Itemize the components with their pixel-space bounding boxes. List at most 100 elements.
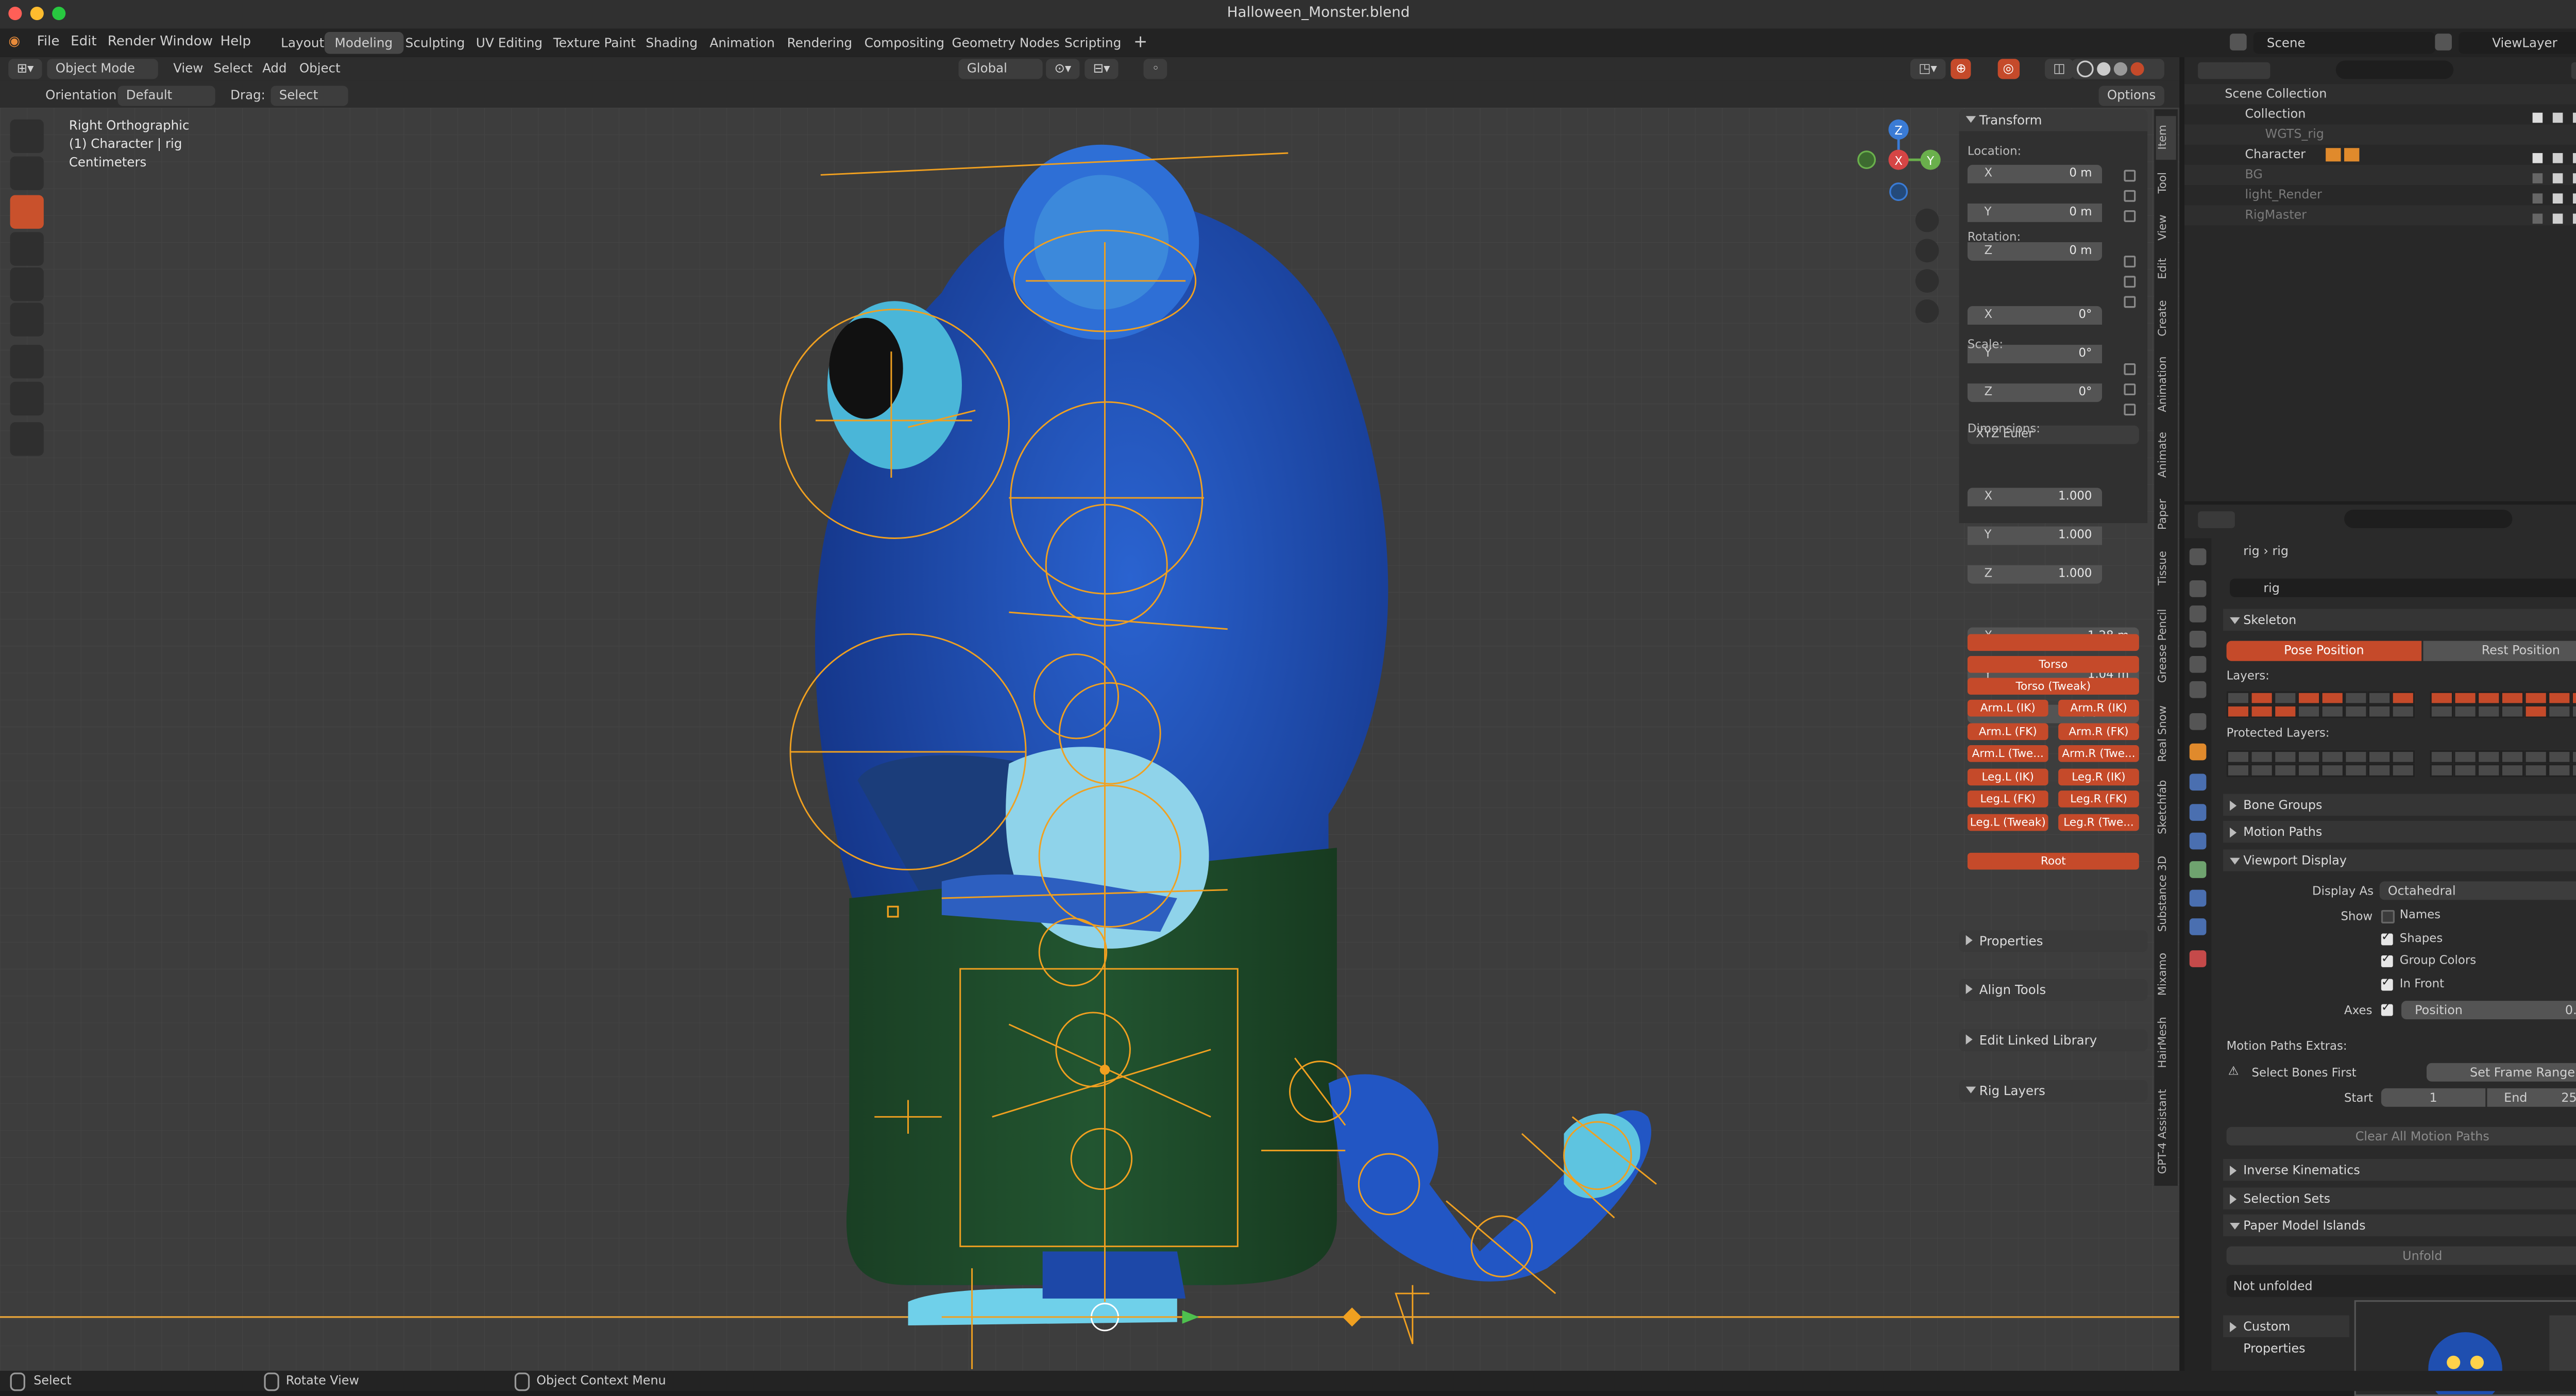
add-workspace-button[interactable]: + (1123, 32, 1158, 54)
shapes-checkbox[interactable] (2381, 930, 2393, 946)
outliner-row-wgts-rig[interactable]: WGTS_rig (2184, 124, 2576, 145)
restriction-toggles[interactable] (2529, 108, 2576, 225)
lock-icon[interactable] (2124, 363, 2136, 375)
outliner-search-input[interactable] (2335, 60, 2454, 79)
lock-icon[interactable] (2124, 256, 2136, 267)
rig-layer-arm-r-tweak-button[interactable]: Arm.R (Twe... (2058, 745, 2139, 762)
tab-sketchfab[interactable]: Sketchfab (2156, 772, 2176, 843)
axes-position-field[interactable]: Position0.0 (2401, 1001, 2576, 1020)
tab-animate[interactable]: Animate (2156, 422, 2176, 486)
orientation-selector[interactable]: Default (117, 86, 215, 106)
rotation-z-field[interactable]: Z 0° (1967, 383, 2103, 402)
visibility-icon[interactable]: ◳▾ (1910, 59, 1946, 79)
texture-tab-icon[interactable] (2189, 950, 2207, 967)
rig-layer-leg-l-ik-button[interactable]: Leg.L (IK) (1967, 768, 2048, 786)
start-frame-field[interactable]: 1 (2381, 1088, 2486, 1107)
view-menu[interactable]: View (173, 59, 203, 79)
rig-layer-face-button[interactable] (1967, 634, 2139, 651)
clear-all-motion-paths-button[interactable]: Clear All Motion Paths (2226, 1126, 2576, 1146)
transform-tool-icon[interactable] (10, 302, 44, 337)
edit-linked-library-panel-header[interactable]: Edit Linked Library (1959, 1029, 2148, 1052)
filter-icon[interactable] (2571, 62, 2576, 79)
add-cube-tool-icon[interactable] (10, 422, 44, 456)
output-tab-icon[interactable] (2189, 606, 2207, 623)
location-z-field[interactable]: Z0 m (1967, 242, 2103, 261)
set-frame-range-button[interactable]: Set Frame Range (2426, 1063, 2576, 1082)
menu-edit[interactable]: Edit (71, 33, 97, 48)
location-y-field[interactable]: Y0 m (1967, 203, 2103, 222)
gizmo-toggle-icon[interactable]: ⊕ (1951, 59, 1972, 79)
rest-position-button[interactable]: Rest Position (2423, 641, 2576, 661)
in-front-checkbox[interactable] (2381, 975, 2393, 991)
pivot-point-icon[interactable]: ⊙▾ (1046, 59, 1080, 79)
menu-file[interactable]: File (37, 33, 60, 48)
tab-create[interactable]: Create (2156, 291, 2176, 345)
cursor-tool-icon[interactable] (10, 156, 44, 190)
outliner-editor-type-icon[interactable] (2198, 62, 2245, 79)
scale-x-field[interactable]: X 1.000 (1967, 487, 2103, 507)
pan-hand-icon[interactable] (1915, 239, 1939, 263)
rig-layer-leg-r-ik-button[interactable]: Leg.R (IK) (2058, 768, 2139, 786)
workspace-tab-texture-paint[interactable]: Texture Paint (543, 32, 646, 54)
rig-layer-torso-button[interactable]: Torso (1967, 655, 2139, 673)
shading-mode-buttons[interactable] (2072, 59, 2164, 79)
constraints-tab-icon[interactable] (2189, 832, 2207, 850)
axes-checkbox[interactable] (2381, 1001, 2393, 1016)
lock-icon[interactable] (2124, 383, 2136, 396)
pose-position-button[interactable]: Pose Position (2226, 641, 2422, 661)
armature-data-tab-icon[interactable] (2189, 861, 2207, 878)
outliner-row-bg[interactable]: BG (2184, 164, 2576, 186)
workspace-tab-geometry-nodes[interactable]: Geometry Nodes (942, 32, 1070, 54)
workspace-tab-rendering[interactable]: Rendering (777, 32, 862, 54)
scene-icon[interactable] (2230, 33, 2247, 51)
move-tool-icon[interactable] (10, 195, 44, 229)
lock-icon[interactable] (2124, 190, 2136, 202)
outliner-row-rigmaster[interactable]: RigMaster (2184, 205, 2576, 226)
zoom-icon[interactable] (1915, 208, 1939, 232)
add-menu[interactable]: Add (262, 59, 286, 79)
unfold-button[interactable]: Unfold (2226, 1246, 2576, 1265)
rig-layer-torso-tweak-button[interactable]: Torso (Tweak) (1967, 678, 2139, 695)
3d-viewport[interactable]: Z X Y Right Orthographic (1) Character |… (0, 107, 2180, 1371)
protected-layers-grid-right[interactable] (2430, 750, 2576, 777)
rotation-x-field[interactable]: X 0° (1967, 306, 2103, 325)
tab-item[interactable]: Item (2156, 116, 2176, 160)
names-checkbox[interactable] (2381, 910, 2395, 923)
rig-layer-leg-r-fk-button[interactable]: Leg.R (FK) (2058, 790, 2139, 808)
tool-tab-icon[interactable] (2189, 548, 2207, 565)
tab-substance-3d[interactable]: Substance 3D (2156, 846, 2176, 940)
armature-layers-grid-left[interactable] (2226, 691, 2415, 718)
viewport-display-section-header[interactable]: Viewport Display (2223, 849, 2576, 871)
rig-layer-arm-l-tweak-button[interactable]: Arm.L (Twe... (1967, 745, 2048, 762)
menu-window[interactable]: Window (160, 33, 213, 48)
drag-selector[interactable]: Select Box (270, 86, 348, 123)
menu-render[interactable]: Render (108, 33, 156, 48)
display-mode-icon[interactable] (2240, 62, 2270, 79)
camera-view-icon[interactable] (1915, 269, 1939, 293)
measure-tool-icon[interactable] (10, 381, 44, 416)
viewport-canvas[interactable]: Z X Y (0, 107, 2180, 1371)
rig-layer-root-button[interactable]: Root (1967, 852, 2139, 870)
rig-layer-arm-r-ik-button[interactable]: Arm.R (IK) (2058, 699, 2139, 717)
bone-groups-section-header[interactable]: Bone Groups (2223, 794, 2576, 816)
group-colors-checkbox[interactable] (2381, 952, 2393, 967)
bone-tab-icon[interactable] (2189, 889, 2207, 907)
lock-icon[interactable] (2124, 170, 2136, 182)
tab-view[interactable]: View (2156, 207, 2176, 247)
tab-paper[interactable]: Paper (2156, 490, 2176, 540)
workspace-tab-modeling[interactable]: Modeling (324, 32, 403, 54)
select-menu[interactable]: Select (214, 59, 253, 79)
paper-model-islands-section-header[interactable]: Paper Model Islands (2223, 1214, 2576, 1237)
proportional-editing-icon[interactable]: ◦ (1143, 59, 1168, 79)
collection-tab-icon[interactable] (2189, 713, 2207, 730)
tab-grease-pencil[interactable]: Grease Pencil (2156, 597, 2176, 695)
view-layer-selector[interactable]: ViewLayer (2459, 32, 2576, 54)
blender-logo-icon[interactable]: ◉ (8, 33, 20, 48)
outliner-row-collection[interactable]: Collection (2184, 104, 2576, 124)
object-tab-icon[interactable] (2189, 743, 2207, 761)
options-button[interactable]: Options (2098, 86, 2164, 106)
display-as-selector[interactable]: Octahedral (2379, 881, 2576, 900)
armature-data-name-field[interactable]: rig (2230, 578, 2576, 597)
workspace-tab-compositing[interactable]: Compositing (854, 32, 955, 54)
rig-layer-leg-r-tweak-button[interactable]: Leg.R (Twe... (2058, 814, 2139, 831)
